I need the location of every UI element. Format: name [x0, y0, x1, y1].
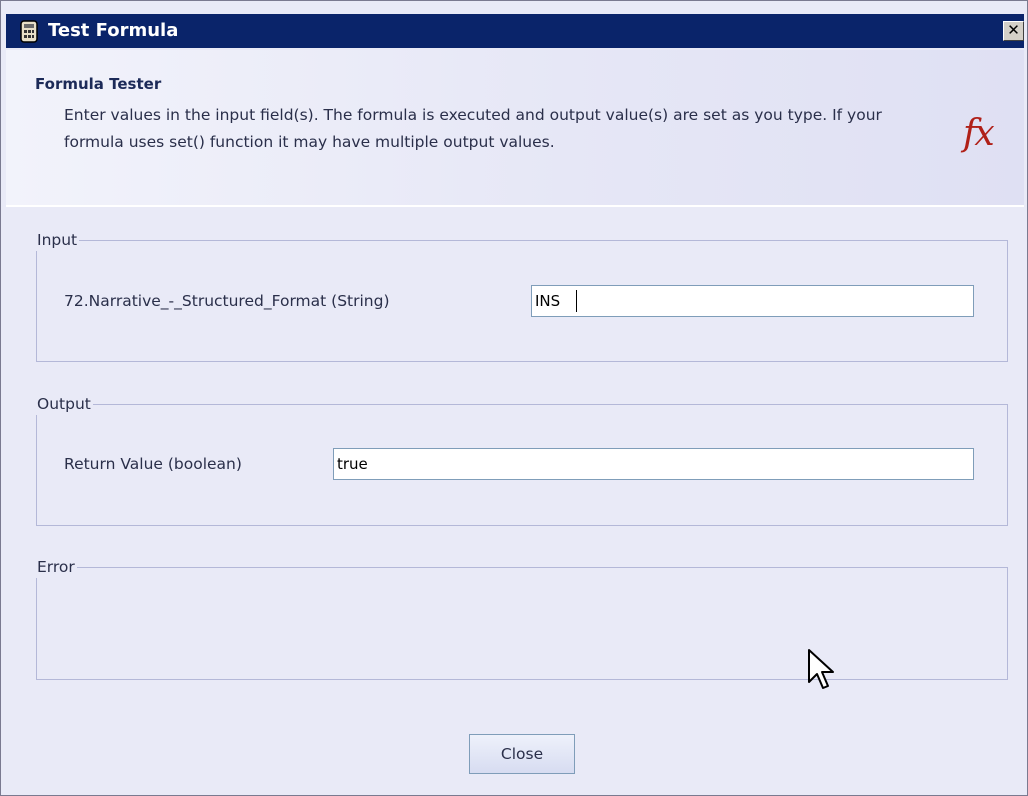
fx-icon: fx [963, 113, 995, 154]
test-formula-dialog: Test Formula ✕ Formula Tester Enter valu… [0, 0, 1028, 796]
error-group: Error [35, 556, 1008, 680]
return-value-field[interactable] [333, 448, 974, 480]
header-divider [6, 205, 1024, 207]
text-caret [576, 290, 577, 312]
title-bar[interactable]: Test Formula ✕ [6, 14, 1024, 48]
window-title: Test Formula [48, 20, 179, 41]
input-field-label: 72.Narrative_-_Structured_Format (String… [64, 292, 390, 310]
input-group-legend: Input [35, 229, 80, 251]
output-field-label: Return Value (boolean) [64, 455, 242, 473]
error-group-legend: Error [35, 556, 77, 578]
close-icon[interactable]: ✕ [1003, 21, 1024, 41]
output-group-legend: Output [35, 393, 93, 415]
page-title: Formula Tester [35, 75, 162, 93]
formula-input-field[interactable] [531, 285, 974, 317]
mouse-cursor-icon [808, 649, 834, 689]
window-icon [20, 20, 38, 43]
close-button[interactable]: Close [469, 734, 575, 774]
header-description: Enter values in the input field(s). The … [64, 106, 882, 151]
